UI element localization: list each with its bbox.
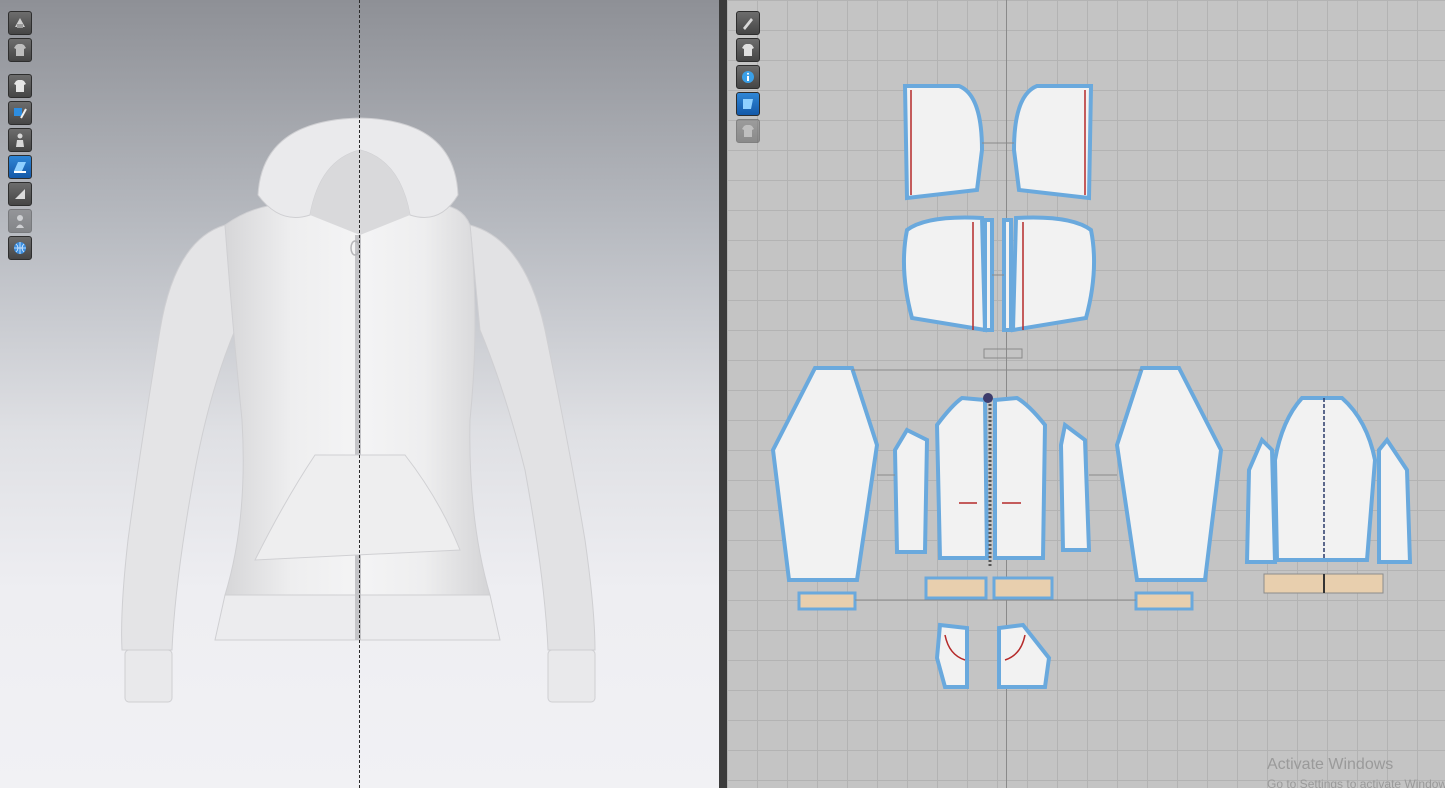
back-sleeve-right — [1377, 436, 1413, 564]
hem-rib-left — [924, 576, 988, 600]
side-panel-right — [1058, 421, 1092, 552]
hood-lining-right — [1010, 215, 1097, 333]
2d-pattern-viewport[interactable]: Activate Windows Go to Settings to activ… — [727, 0, 1445, 788]
pattern-pieces[interactable] — [727, 0, 1445, 788]
pocket-right — [997, 622, 1052, 689]
front-left — [934, 395, 990, 560]
hood-band-right — [1002, 218, 1013, 332]
hem-rib-right — [992, 576, 1054, 600]
pocket-left — [934, 622, 969, 689]
symmetry-guide-line — [359, 0, 360, 788]
watermark-subtitle: Go to Settings to activate Windows. — [1267, 777, 1445, 788]
right-sleeve — [469, 224, 596, 651]
cuff-rib-right — [1134, 591, 1194, 611]
watermark-title: Activate Windows — [1267, 756, 1394, 773]
hood-piece-right — [1011, 84, 1094, 201]
front-right — [993, 395, 1048, 560]
hood-band-left — [983, 218, 994, 332]
left-sleeve — [121, 224, 236, 651]
cuff-rib-left — [797, 591, 857, 611]
back-sleeve-left — [1244, 436, 1278, 564]
back-body — [1272, 396, 1378, 562]
sleeve-right — [1114, 366, 1224, 582]
side-panel-left — [892, 427, 930, 554]
pane-divider[interactable] — [719, 0, 727, 788]
sleeve-left — [770, 366, 880, 582]
hood-piece-left — [902, 84, 985, 201]
windows-activation-watermark: Activate Windows Go to Settings to activ… — [1267, 756, 1445, 788]
left-cuff — [124, 649, 173, 703]
right-cuff — [547, 649, 596, 703]
3d-viewport[interactable] — [0, 0, 719, 788]
